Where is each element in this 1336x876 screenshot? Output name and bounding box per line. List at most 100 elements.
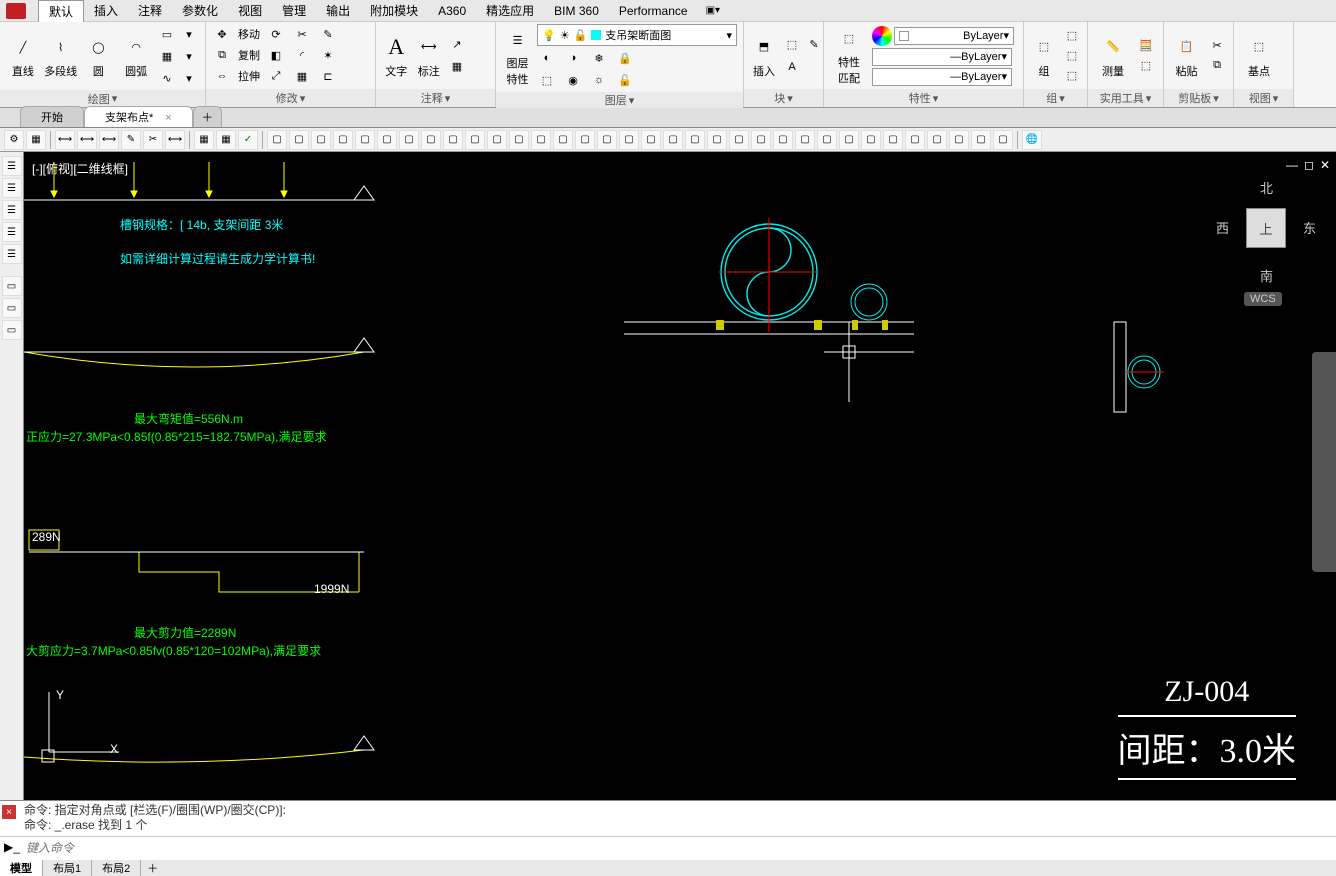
groupsel-icon[interactable]: ⬚ [1062, 66, 1082, 86]
menu-view[interactable]: 视图 [228, 0, 272, 21]
drop-icon[interactable]: ▾ [179, 68, 199, 88]
groupedit-icon[interactable]: ⬚ [1062, 46, 1082, 66]
tool-icon[interactable]: ▢ [663, 130, 683, 150]
drawing-canvas[interactable]: — ◻ ✕ [-][俯视][二维线框] 北 南 西 东 上 WCS [24, 152, 1336, 800]
tool-icon[interactable]: ▢ [311, 130, 331, 150]
globe-icon[interactable]: 🌐 [1022, 130, 1042, 150]
tool-icon[interactable]: ▢ [333, 130, 353, 150]
copy-icon[interactable]: ⧉ [212, 45, 232, 65]
tool-icon[interactable]: ▢ [377, 130, 397, 150]
tool-icon[interactable]: ⟷ [99, 130, 119, 150]
tool-icon[interactable]: ▢ [751, 130, 771, 150]
fillet-icon[interactable]: ◜ [292, 45, 312, 65]
tab-start[interactable]: 开始 [20, 106, 84, 127]
panel-prop-label[interactable]: 特性 ▾ [824, 89, 1023, 107]
ungroup-icon[interactable]: ⬚ [1062, 26, 1082, 46]
gear-icon[interactable]: ⚙ [4, 130, 24, 150]
cut-icon[interactable]: ✂ [1207, 36, 1227, 56]
calc-icon[interactable]: 🧮 [1136, 36, 1156, 56]
tool-icon[interactable]: ✓ [238, 130, 258, 150]
tab-add[interactable]: ＋ [193, 106, 222, 127]
menu-addins[interactable]: 附加模块 [360, 0, 428, 21]
create-block-icon[interactable]: ⬚ [782, 35, 802, 55]
layer-tool-icon[interactable]: ☰ [2, 200, 22, 220]
menu-default[interactable]: 默认 [38, 0, 84, 22]
menu-bim360[interactable]: BIM 360 [544, 2, 609, 20]
tool-icon[interactable]: ▦ [216, 130, 236, 150]
tool-icon[interactable]: ▢ [707, 130, 727, 150]
tool-icon[interactable]: ▢ [927, 130, 947, 150]
menu-overflow-icon[interactable]: ▣▾ [706, 5, 720, 16]
rect-icon[interactable]: ▭ [157, 24, 177, 44]
tool-icon[interactable]: ⟷ [165, 130, 185, 150]
laymatch-icon[interactable]: ⬚ [537, 70, 557, 90]
laythaw-icon[interactable]: ☼ [589, 70, 609, 90]
color-icon[interactable] [872, 26, 892, 46]
tool-icon[interactable]: ▢ [773, 130, 793, 150]
layer-combo[interactable]: 💡☀🔓 支吊架断面图▾ [537, 24, 737, 46]
tool-icon[interactable]: ▢ [971, 130, 991, 150]
tool-icon[interactable]: ▢ [729, 130, 749, 150]
tool-icon[interactable]: ▢ [949, 130, 969, 150]
close-history-icon[interactable]: × [2, 805, 16, 819]
erase-icon[interactable]: ✎ [318, 24, 338, 44]
close-icon[interactable]: × [165, 112, 171, 124]
group-button[interactable]: ⬚组 [1030, 26, 1058, 86]
tool-icon[interactable]: ▢ [575, 130, 595, 150]
linetype-combo[interactable]: — ByLayer ▾ [872, 68, 1012, 86]
layer-props-button[interactable]: ☰图层 特性 [502, 27, 533, 87]
tool-icon[interactable]: ▢ [619, 130, 639, 150]
menu-parametric[interactable]: 参数化 [172, 0, 228, 21]
copy2-icon[interactable]: ⧉ [1207, 56, 1227, 76]
panel-draw-label[interactable]: 绘图 ▾ [0, 90, 205, 107]
command-input[interactable] [26, 841, 1332, 855]
tab-layout1[interactable]: 布局1 [43, 860, 92, 876]
panel-block-label[interactable]: 块 ▾ [744, 89, 823, 107]
panel-clip-label[interactable]: 剪贴板 ▾ [1164, 89, 1233, 107]
tool-icon[interactable]: ⟷ [77, 130, 97, 150]
tool-icon[interactable]: ▢ [509, 130, 529, 150]
panel-annot-label[interactable]: 注释 ▾ [376, 89, 495, 107]
tab-layout2[interactable]: 布局2 [92, 860, 141, 876]
layiso-icon[interactable]: ◐ [537, 48, 557, 68]
insert-block-button[interactable]: ⬒插入 [750, 26, 778, 86]
tool-icon[interactable]: ▢ [795, 130, 815, 150]
menu-featured[interactable]: 精选应用 [476, 0, 544, 21]
edit-block-icon[interactable]: ✎ [804, 35, 824, 55]
tool-icon[interactable]: ▢ [465, 130, 485, 150]
polyline-button[interactable]: ⌇多段线 [44, 26, 78, 86]
tool-icon[interactable]: ▢ [553, 130, 573, 150]
layer-tool-icon[interactable]: ▭ [2, 276, 22, 296]
menu-insert[interactable]: 插入 [84, 0, 128, 21]
tab-file[interactable]: 支架布点*× [84, 106, 193, 127]
rotate-icon[interactable]: ⟳ [266, 24, 286, 44]
match-props-button[interactable]: ⬚特性 匹配 [830, 26, 868, 86]
tool-icon[interactable]: ▦ [194, 130, 214, 150]
layer-tool-icon[interactable]: ☰ [2, 156, 22, 176]
circle-button[interactable]: ◯圆 [82, 26, 116, 86]
tool-icon[interactable]: ▢ [421, 130, 441, 150]
trim-icon[interactable]: ✂ [292, 24, 312, 44]
add-layout-icon[interactable]: ＋ [141, 860, 164, 876]
hatch-icon[interactable]: ▦ [157, 46, 177, 66]
panel-group-label[interactable]: 组 ▾ [1024, 89, 1087, 107]
explode-icon[interactable]: ✶ [318, 45, 338, 65]
text-button[interactable]: A文字 [382, 26, 411, 86]
tool-icon[interactable]: ▢ [993, 130, 1013, 150]
menu-output[interactable]: 输出 [316, 0, 360, 21]
menu-annotate[interactable]: 注释 [128, 0, 172, 21]
panel-util-label[interactable]: 实用工具 ▾ [1088, 89, 1163, 107]
layoff-icon[interactable]: ◑ [563, 48, 583, 68]
select-icon[interactable]: ⬚ [1136, 56, 1156, 76]
spline-icon[interactable]: ∿ [157, 68, 177, 88]
basepoint-button[interactable]: ⬚基点 [1240, 26, 1278, 86]
line-button[interactable]: ╱直线 [6, 26, 40, 86]
attr-icon[interactable]: A [782, 57, 802, 77]
lineweight-combo[interactable]: — ByLayer ▾ [872, 48, 1012, 66]
layer-tool-icon[interactable]: ☰ [2, 222, 22, 242]
tool-icon[interactable]: ▢ [839, 130, 859, 150]
panel-modify-label[interactable]: 修改 ▾ [206, 89, 375, 107]
tool-icon[interactable]: ▢ [289, 130, 309, 150]
layer-tool-icon[interactable]: ☰ [2, 178, 22, 198]
tool-icon[interactable]: ▢ [443, 130, 463, 150]
